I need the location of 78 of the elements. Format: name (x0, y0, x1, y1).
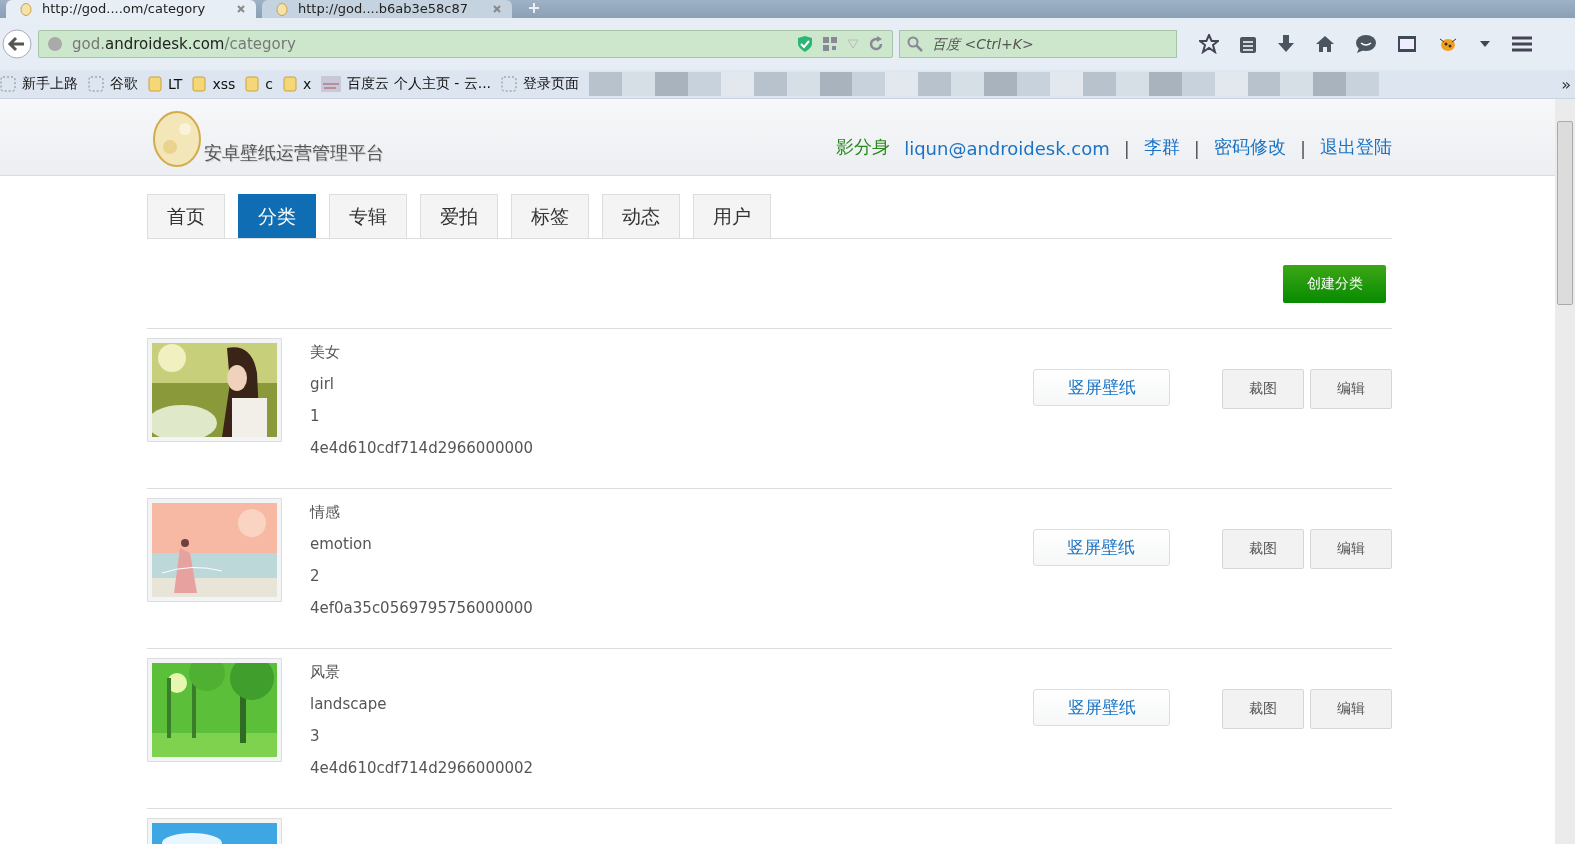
folder-icon (245, 76, 260, 92)
category-name: 风景 (310, 663, 341, 682)
bookmark-item[interactable]: 谷歌 (88, 75, 138, 93)
edit-button[interactable]: 编辑 (1310, 529, 1392, 569)
site-title: 安卓壁纸运营管理平台 (204, 141, 384, 165)
bookmark-item[interactable]: 新手上路 (0, 75, 78, 93)
nav-tab[interactable]: 动态 (602, 194, 680, 238)
page-icon (88, 76, 104, 92)
bookmark-item[interactable]: 百度云 个人主页 - 云... (321, 75, 492, 93)
category-id: 4ef0a35c0569795756000000 (310, 599, 533, 618)
email-link[interactable]: liqun@androidesk.com (904, 138, 1110, 159)
wallpaper-type-button[interactable]: 竖屏壁纸 (1033, 689, 1171, 726)
separator: | (1193, 138, 1200, 159)
nav-tab[interactable]: 首页 (147, 194, 225, 238)
back-icon[interactable] (2, 29, 32, 59)
category-order: 3 (310, 727, 321, 746)
page-icon (501, 76, 518, 92)
user-role: 影分身 (836, 135, 891, 159)
qr-code-icon[interactable] (822, 36, 838, 52)
dropdown-icon[interactable] (1479, 40, 1491, 48)
bookmark-item[interactable]: xss (192, 76, 236, 92)
crop-button[interactable]: 裁图 (1222, 689, 1304, 729)
nav-tab[interactable]: 分类 (238, 194, 316, 238)
header-link[interactable]: 密码修改 (1213, 135, 1286, 159)
folder-icon (192, 76, 207, 92)
edit-button[interactable]: 编辑 (1310, 689, 1392, 729)
home-icon[interactable] (1315, 35, 1335, 53)
address-bar[interactable]: god.androidesk.com/category (38, 30, 893, 58)
menu-icon[interactable] (1511, 35, 1533, 53)
category-name: 美女 (310, 343, 341, 362)
folder-icon (148, 76, 162, 92)
egg-icon (20, 2, 32, 16)
category-id: 4e4d610cdf714d2966000002 (310, 759, 534, 778)
thumbnail-icon (321, 76, 342, 92)
header-link[interactable]: 退出登陆 (1320, 135, 1392, 159)
nav-tab[interactable]: 专辑 (329, 194, 407, 238)
bookmark-item[interactable]: 登录页面 (501, 75, 580, 93)
category-name: 情感 (310, 503, 341, 522)
bookmark-item[interactable]: LT (148, 76, 183, 92)
reload-icon[interactable] (868, 36, 884, 52)
egg-icon (276, 2, 288, 16)
category-slug: girl (310, 375, 336, 394)
close-icon[interactable] (236, 4, 246, 14)
category-order: 1 (310, 407, 321, 426)
nav-tab[interactable]: 爱拍 (420, 194, 498, 238)
scrollbar[interactable] (1555, 99, 1575, 844)
category-order: 2 (310, 567, 321, 586)
star-icon[interactable] (1199, 34, 1219, 54)
bookmark-item[interactable]: x (283, 76, 312, 92)
chat-bubble-icon[interactable] (1355, 34, 1377, 54)
wallpaper-type-button[interactable]: 竖屏壁纸 (1032, 529, 1170, 566)
category-id: 4e4d610cdf714d2966000000 (310, 439, 534, 458)
nav-tab[interactable]: 标签 (511, 194, 589, 238)
browser-tab[interactable]: http://god....om/category (6, 0, 256, 18)
page-icon (0, 76, 16, 92)
egg-logo (152, 109, 202, 167)
bookmark-item[interactable]: c (245, 76, 273, 92)
search-icon (907, 36, 923, 52)
edit-button[interactable]: 编辑 (1310, 369, 1392, 409)
folder-icon (283, 76, 297, 92)
separator: | (1123, 138, 1130, 159)
clipboard-icon[interactable] (1239, 34, 1257, 54)
category-slug: landscape (310, 695, 388, 714)
reader-icon[interactable] (1397, 35, 1417, 53)
header-link[interactable]: 李群 (1143, 135, 1180, 159)
wallpaper-type-button[interactable]: 竖屏壁纸 (1033, 369, 1171, 406)
nav-tab[interactable]: 用户 (693, 194, 771, 238)
shield-icon[interactable] (797, 35, 813, 53)
globe-icon (47, 36, 63, 52)
overflow-chevron[interactable]: » (1561, 74, 1571, 94)
crop-button[interactable]: 裁图 (1222, 369, 1304, 409)
download-icon[interactable] (1277, 34, 1295, 54)
crop-button[interactable]: 裁图 (1222, 529, 1304, 569)
browser-tab[interactable]: http://god....b6ab3e58c87 (262, 0, 512, 18)
separator: | (1299, 138, 1306, 159)
search-field[interactable]: 百度 <Ctrl+K> (899, 30, 1177, 58)
create-category-button[interactable]: 创建分类 (1283, 264, 1386, 303)
category-slug: emotion (310, 535, 373, 554)
